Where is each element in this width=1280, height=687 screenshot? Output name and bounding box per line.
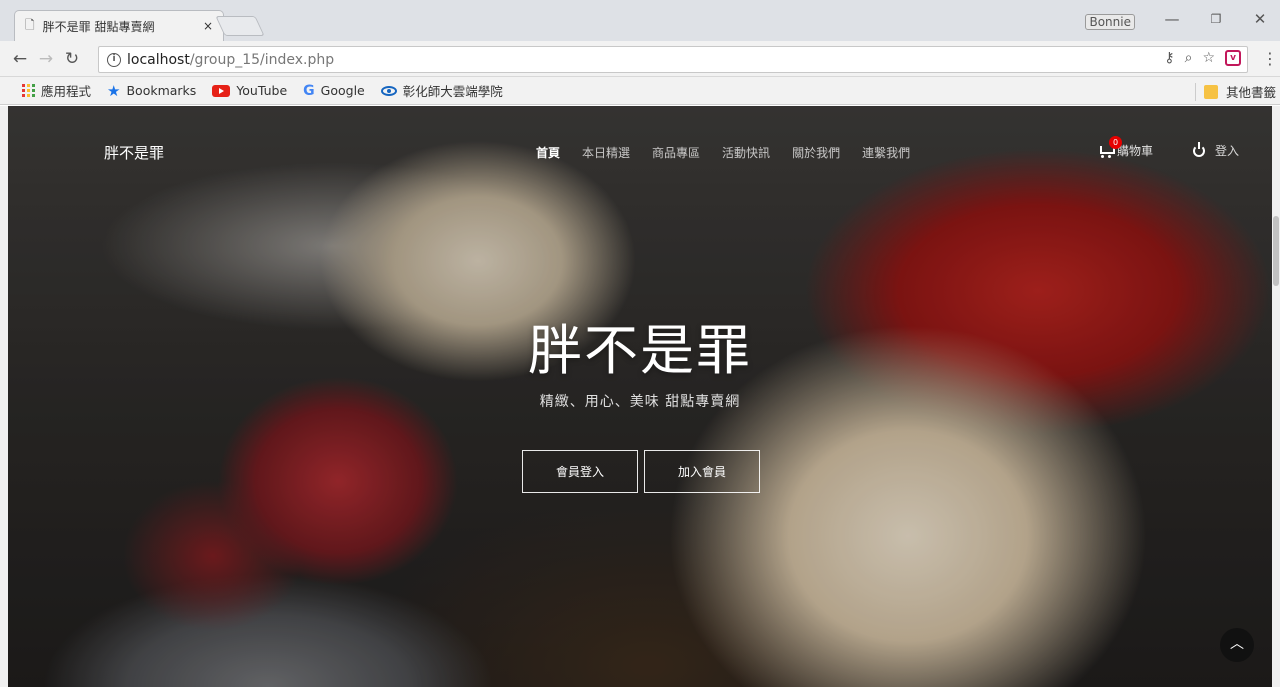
bookmark-label: 彰化師大雲端學院 [402, 84, 503, 99]
close-window-icon[interactable]: ✕ [1250, 10, 1270, 28]
new-tab-button[interactable] [215, 16, 265, 36]
star-icon: ★ [107, 81, 121, 100]
hero-buttons: 會員登入 加入會員 [522, 450, 760, 493]
cart-label: 購物車 [1117, 144, 1154, 158]
omnibox-actions: ⚷ ⌕ ☆ v [1164, 50, 1241, 66]
site-logo[interactable]: 胖不是罪 [104, 142, 164, 163]
pocket-extension-icon[interactable]: v [1225, 50, 1241, 66]
info-icon[interactable]: i [107, 52, 121, 67]
browser-tab[interactable]: 🗋 胖不是罪 甜點專賣網 × [14, 10, 224, 41]
bookmark-label: YouTube [236, 83, 288, 98]
bookmark-ncue[interactable]: 彰化師大雲端學院 [380, 81, 503, 100]
browser-tab-strip: 🗋 胖不是罪 甜點專賣網 × Bonnie — ❐ ✕ [0, 0, 1280, 41]
nav-contact[interactable]: 連繫我們 [862, 144, 910, 161]
forward-icon[interactable]: → [36, 49, 56, 69]
divider [1194, 82, 1196, 101]
scrollbar-thumb[interactable] [1273, 216, 1279, 286]
member-login-button[interactable]: 會員登入 [522, 450, 638, 493]
join-member-button[interactable]: 加入會員 [644, 450, 760, 493]
bookmark-label: Bookmarks [126, 83, 197, 98]
bookmarks-bar: 應用程式 ★ Bookmarks YouTube G Google 彰化師大雲端… [0, 77, 1280, 105]
minimize-icon[interactable]: — [1162, 10, 1182, 28]
login-link[interactable]: 登入 [1193, 141, 1240, 159]
back-to-top-chevron-up-icon[interactable]: ︿ [1220, 628, 1254, 662]
back-icon[interactable]: ← [10, 49, 30, 69]
url-host: localhost [127, 51, 190, 68]
restore-icon[interactable]: ❐ [1206, 12, 1226, 26]
nav-home[interactable]: 首頁 [536, 144, 560, 161]
nav-about[interactable]: 關於我們 [792, 144, 840, 161]
other-bookmarks-label: 其他書籤 [1225, 85, 1276, 100]
cart-count-badge: 0 [1109, 136, 1122, 149]
hero-section: 胖不是罪 首頁 本日精選 商品專區 活動快訊 關於我們 連繫我們 購物車 0 登… [8, 106, 1272, 687]
power-icon [1193, 141, 1205, 157]
browser-toolbar: ← → ↻ i localhost /group_15/index.php ⚷ … [0, 41, 1280, 77]
hero-title: 胖不是罪 [528, 319, 752, 382]
nav-daily-picks[interactable]: 本日精選 [582, 144, 630, 161]
bookmark-label: 應用程式 [41, 84, 92, 99]
star-bookmark-icon[interactable]: ☆ [1202, 50, 1215, 66]
nav-events[interactable]: 活動快訊 [722, 144, 770, 161]
page-left-edge [0, 106, 8, 687]
other-bookmarks[interactable]: 其他書籤 [1194, 82, 1276, 101]
scrollbar[interactable] [1272, 106, 1280, 687]
google-icon: G [303, 82, 315, 99]
key-icon[interactable]: ⚷ [1164, 50, 1174, 66]
eye-icon [380, 85, 397, 96]
bookmark-google[interactable]: G Google [303, 83, 365, 99]
tab-close-icon[interactable]: × [203, 19, 213, 33]
main-nav: 首頁 本日精選 商品專區 活動快訊 關於我們 連繫我們 [536, 144, 910, 161]
bookmark-apps[interactable]: 應用程式 [22, 81, 91, 100]
bookmark-bookmarks[interactable]: ★ Bookmarks [107, 82, 196, 100]
nav-products[interactable]: 商品專區 [652, 144, 700, 161]
tab-title: 胖不是罪 甜點專賣網 [42, 19, 155, 34]
login-label: 登入 [1215, 144, 1240, 158]
page-icon: 🗋 [25, 17, 35, 32]
url-path: /group_15/index.php [189, 51, 335, 68]
zoom-icon[interactable]: ⌕ [1185, 50, 1193, 66]
bookmark-label: Google [320, 83, 365, 98]
hero-subtitle: 精緻、用心、美味 甜點專賣網 [539, 394, 741, 410]
cart-link[interactable]: 購物車 [1098, 142, 1153, 159]
menu-icon[interactable]: ⋮ [1262, 49, 1278, 68]
folder-icon [1203, 84, 1218, 99]
profile-name[interactable]: Bonnie [1085, 14, 1135, 30]
address-bar[interactable]: i localhost /group_15/index.php ⚷ ⌕ ☆ v [98, 46, 1248, 73]
youtube-icon [212, 84, 231, 97]
reload-icon[interactable]: ↻ [62, 49, 82, 69]
bookmark-youtube[interactable]: YouTube [212, 83, 287, 98]
apps-icon [22, 84, 35, 97]
